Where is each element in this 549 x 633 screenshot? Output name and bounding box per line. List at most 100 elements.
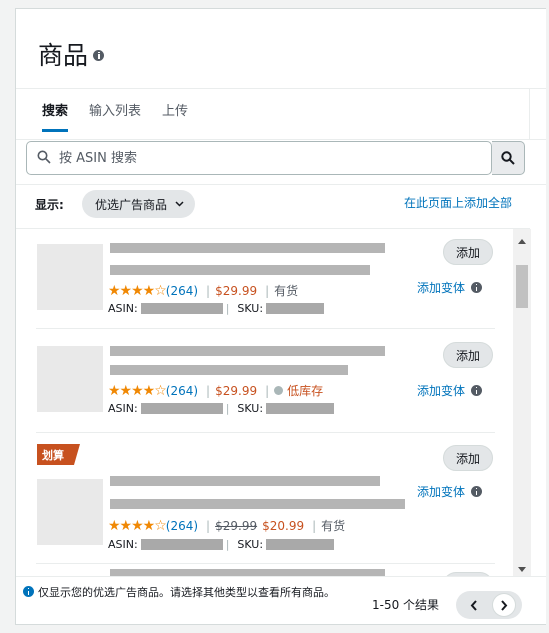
separator: |: [225, 302, 230, 315]
product-meta: ★★★★☆ (264) | $29.99 | 低库存: [108, 382, 323, 399]
search-button[interactable]: [492, 141, 525, 175]
stock-status: 有货: [274, 284, 299, 298]
list-item: ★★★★☆ (264) | $29.99 | 有货 ASIN: | SKU: 添…: [16, 229, 513, 329]
separator: |: [265, 383, 270, 398]
info-icon[interactable]: [93, 49, 105, 61]
product-title-redacted: [110, 243, 385, 253]
scroll-thumb[interactable]: [516, 265, 528, 308]
pagination: [456, 591, 522, 619]
tab-bar: 搜索 输入列表 上传: [42, 100, 188, 132]
separator: |: [265, 283, 270, 298]
separator: |: [225, 402, 230, 415]
product-ids: ASIN: | SKU:: [108, 538, 335, 551]
add-button[interactable]: 添加: [443, 342, 493, 368]
rating-count[interactable]: (264): [166, 284, 198, 298]
add-variants-link[interactable]: 添加变体: [417, 483, 483, 500]
product-ids: ASIN: | SKU:: [108, 402, 335, 415]
separator: |: [206, 283, 211, 298]
stock-status: 低库存: [274, 382, 323, 399]
sku-redacted: [266, 539, 335, 550]
footer-note-text: 仅显示您的优选广告商品。请选择其他类型以查看所有商品。: [38, 586, 335, 599]
product-title-redacted: [110, 365, 348, 375]
divider: [529, 89, 530, 139]
separator: |: [206, 518, 211, 533]
asin-redacted: [140, 303, 223, 314]
rating-stars: ★★★★☆: [108, 517, 167, 534]
product-title-redacted: [110, 476, 380, 486]
search-box: [26, 141, 492, 175]
product-title-redacted: [110, 569, 385, 576]
asin-redacted: [140, 403, 223, 414]
product-type-dropdown[interactable]: 优选广告商品: [82, 190, 196, 218]
add-all-on-page-link[interactable]: 在此页面上添加全部: [404, 194, 512, 211]
stock-label: 低库存: [287, 384, 324, 398]
rating-count[interactable]: (264): [166, 519, 198, 533]
search-input[interactable]: [57, 146, 477, 170]
original-price: $29.99: [215, 518, 258, 533]
sku-label: SKU:: [237, 538, 264, 551]
price: $29.99: [215, 383, 258, 398]
tab-enter-list[interactable]: 输入列表: [89, 100, 141, 132]
product-image: [37, 479, 103, 545]
add-variants-link[interactable]: 添加变体: [417, 382, 483, 399]
price: $29.99: [215, 283, 258, 298]
panel-header: 商品: [16, 9, 546, 89]
product-meta: ★★★★☆ (264) | $29.99 $20.99 | 有货: [108, 517, 345, 534]
scroll-down-icon[interactable]: [518, 567, 526, 572]
page-title: 商品: [38, 36, 105, 72]
divider: [16, 184, 546, 185]
asin-redacted: [140, 539, 223, 550]
price: $20.99: [262, 518, 305, 533]
product-image: [37, 346, 103, 412]
scrollbar[interactable]: [513, 229, 531, 576]
product-title-redacted: [110, 346, 385, 356]
add-variants-label: 添加变体: [417, 384, 466, 398]
info-icon: [471, 486, 483, 497]
tab-search[interactable]: 搜索: [42, 100, 69, 132]
chevron-left-icon: [470, 599, 477, 611]
previous-page-button[interactable]: [463, 594, 485, 616]
info-icon: [274, 386, 284, 395]
footer-note: 仅显示您的优选广告商品。请选择其他类型以查看所有商品。: [23, 585, 358, 601]
list-item: [16, 565, 513, 576]
asin-label: ASIN:: [108, 402, 138, 415]
sku-redacted: [266, 303, 325, 314]
chevron-right-icon: [501, 599, 508, 611]
divider: [16, 576, 546, 577]
separator: |: [312, 518, 317, 533]
asin-label: ASIN:: [108, 538, 138, 551]
add-variants-label: 添加变体: [417, 281, 466, 295]
dropdown-value: 优选广告商品: [95, 197, 168, 212]
next-page-button[interactable]: [493, 594, 515, 616]
add-variants-label: 添加变体: [417, 485, 466, 499]
product-title-redacted: [110, 265, 370, 275]
divider: [16, 139, 546, 140]
add-button[interactable]: 添加: [443, 445, 493, 471]
rating-count[interactable]: (264): [166, 384, 198, 398]
sku-redacted: [266, 403, 335, 414]
product-title-redacted: [110, 499, 405, 509]
tab-upload[interactable]: 上传: [162, 100, 188, 132]
list-item: ★★★★☆ (264) | $29.99 | 低库存 ASIN: | SKU: …: [16, 329, 513, 433]
add-button[interactable]: 添加: [443, 239, 493, 265]
scroll-up-icon[interactable]: [518, 239, 526, 244]
divider: [36, 432, 495, 433]
product-meta: ★★★★☆ (264) | $29.99 | 有货: [108, 282, 298, 299]
page-title-text: 商品: [38, 41, 89, 70]
sku-label: SKU:: [237, 402, 264, 415]
add-variants-link[interactable]: 添加变体: [417, 279, 483, 296]
info-icon: [471, 282, 483, 293]
show-label: 显示:: [35, 198, 64, 212]
search-icon: [37, 150, 51, 164]
list-item: ★★★★☆ (264) | $29.99 $20.99 | 有货 ASIN: |…: [16, 435, 513, 565]
asin-label: ASIN:: [108, 302, 138, 315]
search-icon: [501, 151, 515, 165]
rating-stars: ★★★★☆: [108, 382, 167, 399]
divider: [36, 563, 495, 564]
products-panel: 商品 搜索 输入列表 上传 显示: 优选广告商品 在此页面上添加全部: [15, 8, 546, 625]
sku-label: SKU:: [237, 302, 264, 315]
results-count: 1-50 个结果: [372, 598, 440, 612]
product-list: ★★★★☆ (264) | $29.99 | 有货 ASIN: | SKU: 添…: [16, 229, 513, 576]
product-image: [37, 244, 103, 310]
product-ids: ASIN: | SKU:: [108, 302, 325, 315]
